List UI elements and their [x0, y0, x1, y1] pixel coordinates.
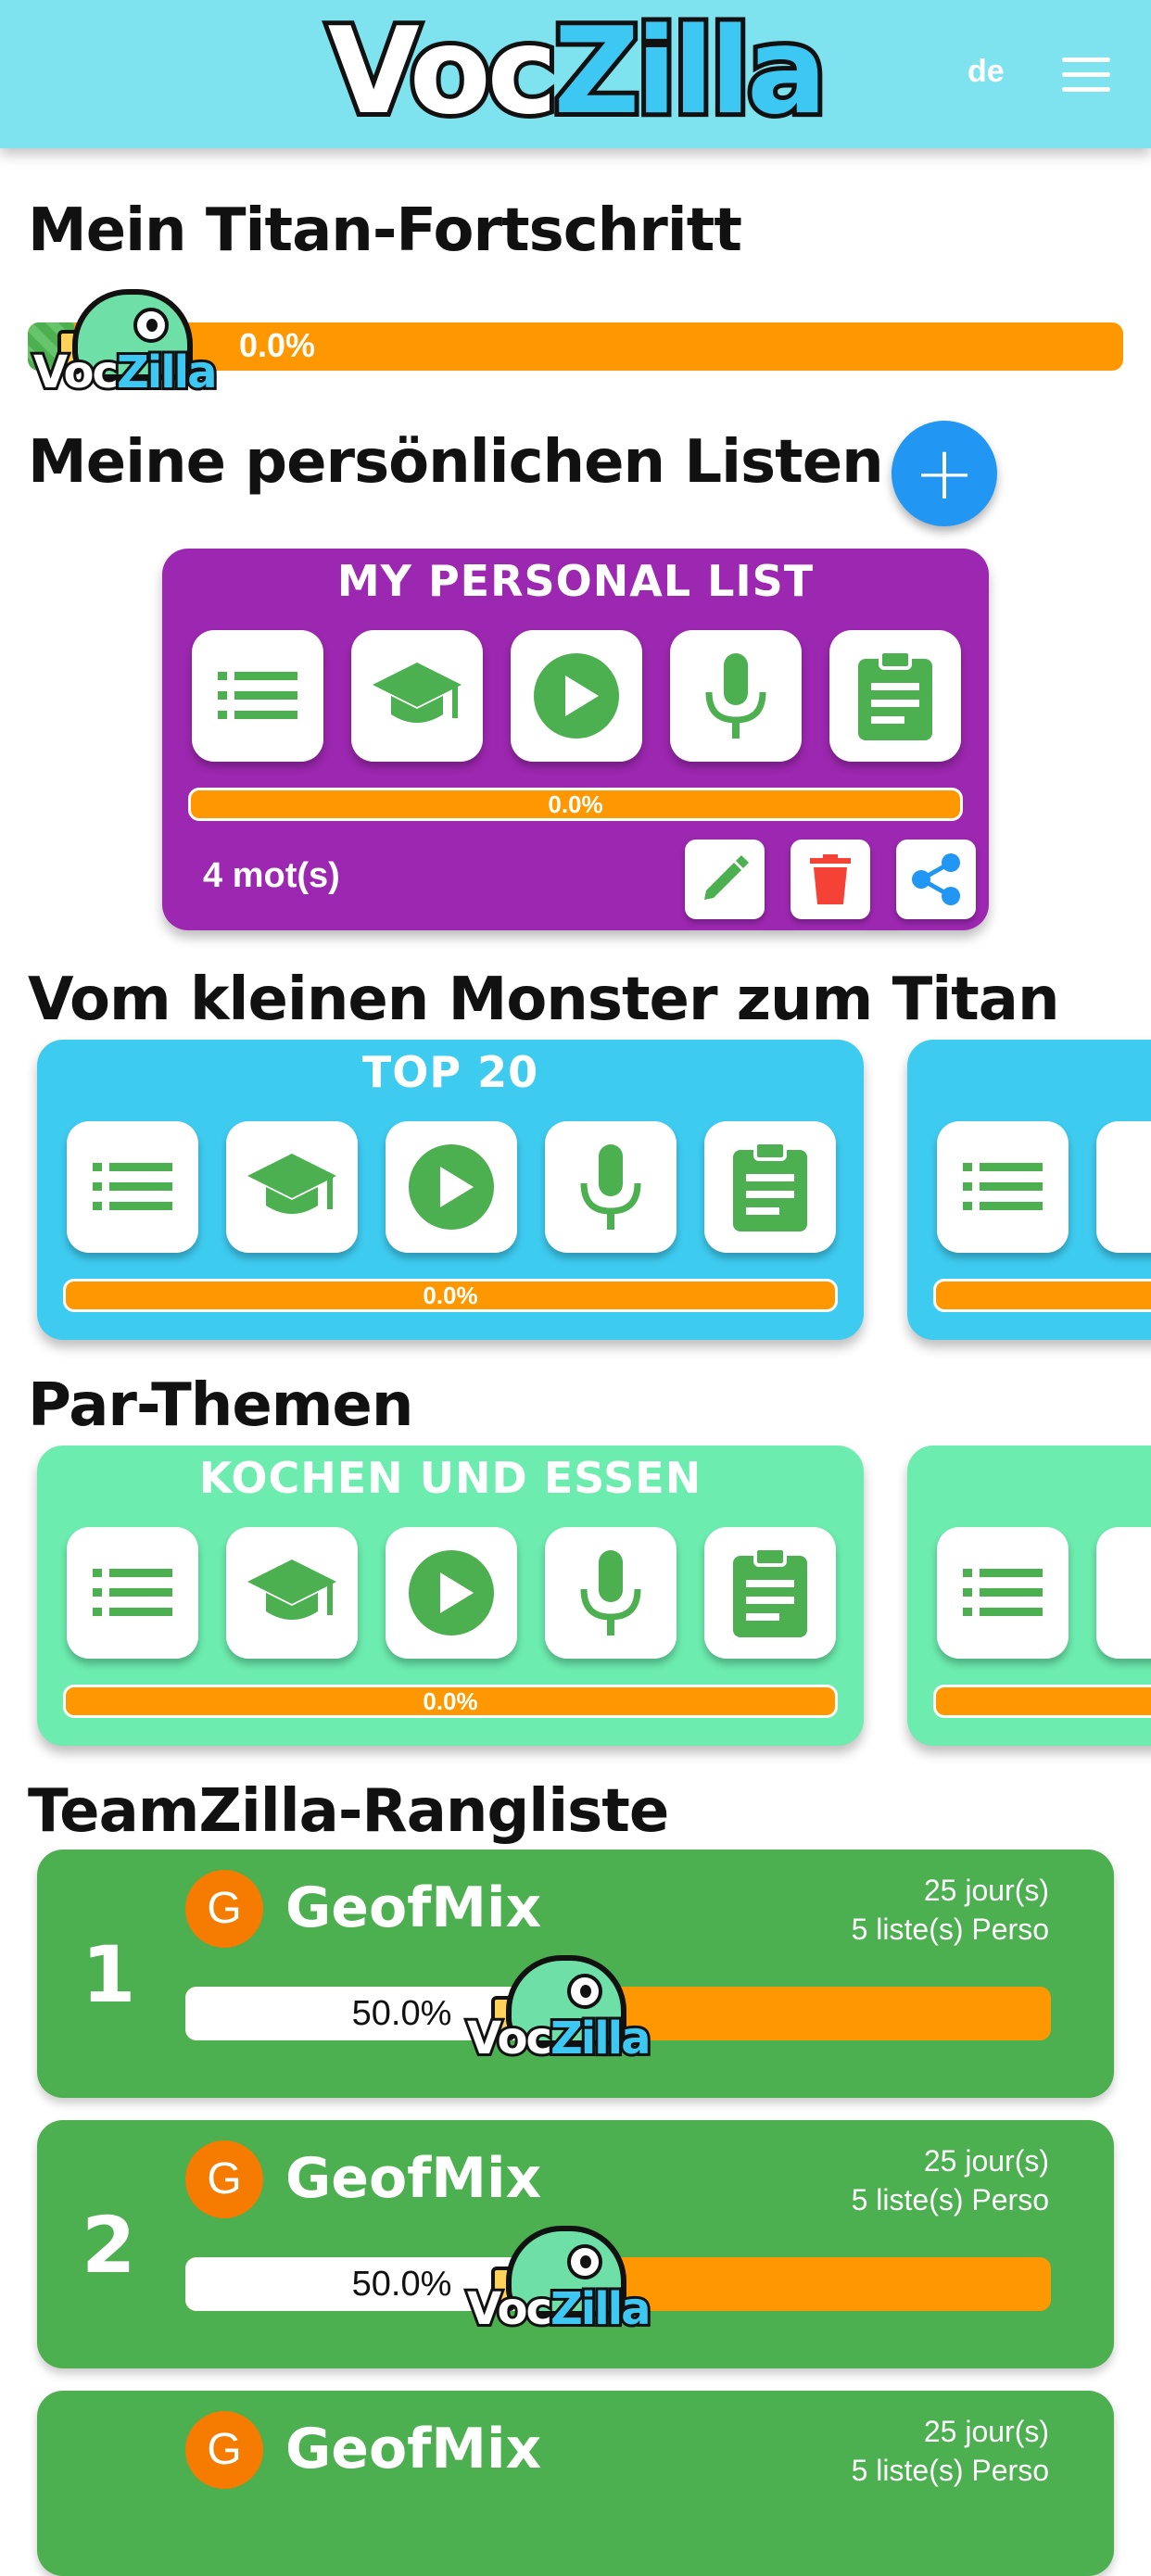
list-progress-bar: 0.0%	[63, 1279, 838, 1312]
days-count: 25 jour(s)	[923, 1874, 1049, 1907]
learn-button[interactable]	[351, 630, 483, 762]
speak-button[interactable]	[545, 1527, 677, 1659]
list-progress-bar: 0.0%	[63, 1685, 838, 1718]
graduation-cap-icon	[247, 1154, 336, 1214]
play-button[interactable]	[386, 1527, 517, 1659]
top20-card[interactable]: TOP 20 0.0%	[37, 1040, 864, 1340]
list-icon	[963, 1163, 1043, 1210]
share-button[interactable]	[896, 840, 976, 919]
player-name: GeofMix	[285, 2146, 542, 2211]
list-icon	[93, 1569, 172, 1616]
card-title: KOCHEN UND ESSEN	[198, 1453, 702, 1503]
card-title: TOP 20	[361, 1047, 539, 1097]
list-view-button[interactable]	[192, 630, 323, 762]
theme-card[interactable]: KOCHEN UND ESSEN 0.0%	[37, 1446, 864, 1746]
voczilla-logo[interactable]: VocZilla	[310, 7, 841, 137]
learn-button[interactable]	[1096, 1121, 1151, 1253]
voczilla-mascot-icon: VocZilla	[464, 2226, 671, 2346]
list-progress-bar: 0.0%	[188, 788, 963, 821]
titan-progress-label: 0.0%	[239, 326, 316, 364]
list-progress-bar	[933, 1279, 1151, 1312]
list-progress-bar	[933, 1685, 1151, 1718]
list-view-button[interactable]	[67, 1527, 198, 1659]
list-view-button[interactable]	[67, 1121, 198, 1253]
test-button[interactable]	[829, 630, 961, 762]
leaderboard-row[interactable]: 1 G GeofMix 25 jour(s) 5 liste(s) Perso …	[37, 1850, 1114, 2098]
lists-count: 5 liste(s) Perso	[851, 2183, 1049, 2216]
avatar: G	[185, 1870, 263, 1948]
test-button[interactable]	[704, 1121, 836, 1253]
trash-icon	[810, 854, 851, 904]
rank-number: 2	[82, 2200, 136, 2291]
plus-icon: +	[913, 430, 976, 516]
list-view-button[interactable]	[937, 1121, 1069, 1253]
lists-count: 5 liste(s) Perso	[851, 2454, 1049, 2487]
clipboard-icon	[733, 1547, 807, 1637]
add-list-button[interactable]: +	[892, 421, 997, 526]
leaderboard-heading: TeamZilla-Rangliste	[28, 1777, 669, 1846]
clipboard-icon	[858, 650, 932, 740]
hamburger-menu-icon[interactable]	[1062, 57, 1110, 93]
lists-count: 5 liste(s) Perso	[851, 1913, 1049, 1946]
learn-button[interactable]	[226, 1527, 358, 1659]
personal-lists-heading: Meine persönlichen Listen	[28, 428, 884, 497]
list-icon	[93, 1163, 172, 1210]
microphone-icon	[580, 1550, 641, 1635]
player-name: GeofMix	[285, 2417, 542, 2481]
share-icon	[912, 853, 960, 905]
next-theme-card-partial[interactable]	[907, 1446, 1151, 1746]
graduation-cap-icon	[373, 663, 462, 723]
leaderboard-row[interactable]: 2 G GeofMix 25 jour(s) 5 liste(s) Perso …	[37, 2120, 1114, 2368]
leaderboard-row[interactable]: G GeofMix 25 jour(s) 5 liste(s) Perso	[37, 2391, 1114, 2576]
microphone-icon	[705, 653, 766, 739]
avatar: G	[185, 2140, 263, 2218]
microphone-icon	[580, 1144, 641, 1230]
days-count: 25 jour(s)	[923, 2144, 1049, 2178]
play-button[interactable]	[511, 630, 642, 762]
word-count: 4 mot(s)	[203, 856, 340, 895]
list-view-button[interactable]	[937, 1527, 1069, 1659]
delete-button[interactable]	[791, 840, 870, 919]
graduation-cap-icon	[247, 1559, 336, 1620]
voczilla-mascot-icon: VocZilla	[464, 1955, 671, 2076]
list-icon	[963, 1569, 1043, 1616]
logo-wordmark: VocZilla	[323, 3, 832, 141]
rank-number: 1	[82, 1929, 136, 2020]
themes-heading: Par-Themen	[28, 1371, 413, 1440]
play-icon	[409, 1144, 494, 1230]
player-name: GeofMix	[285, 1875, 542, 1940]
next-card-partial[interactable]	[907, 1040, 1151, 1340]
learn-button[interactable]	[226, 1121, 358, 1253]
card-title: MY PERSONAL LIST	[336, 556, 815, 606]
pencil-icon	[704, 855, 749, 900]
play-icon	[409, 1550, 494, 1635]
days-count: 25 jour(s)	[923, 2415, 1049, 2448]
speak-button[interactable]	[670, 630, 802, 762]
titan-progress-heading: Mein Titan-Fortschritt	[28, 196, 742, 265]
voczilla-mascot-icon: VocZilla	[31, 289, 237, 410]
app-header: VocZilla de	[0, 0, 1151, 148]
edit-button[interactable]	[685, 840, 765, 919]
list-icon	[218, 672, 297, 719]
learn-button[interactable]	[1096, 1527, 1151, 1659]
clipboard-icon	[733, 1141, 807, 1231]
play-icon	[534, 653, 619, 739]
test-button[interactable]	[704, 1527, 836, 1659]
language-selector[interactable]: de	[968, 54, 1005, 90]
speak-button[interactable]	[545, 1121, 677, 1253]
avatar: G	[185, 2411, 263, 2489]
play-button[interactable]	[386, 1121, 517, 1253]
monster-heading: Vom kleinen Monster zum Titan	[28, 966, 1059, 1034]
personal-list-card[interactable]: MY PERSONAL LIST 0.0% 4 mot(s)	[162, 549, 989, 930]
